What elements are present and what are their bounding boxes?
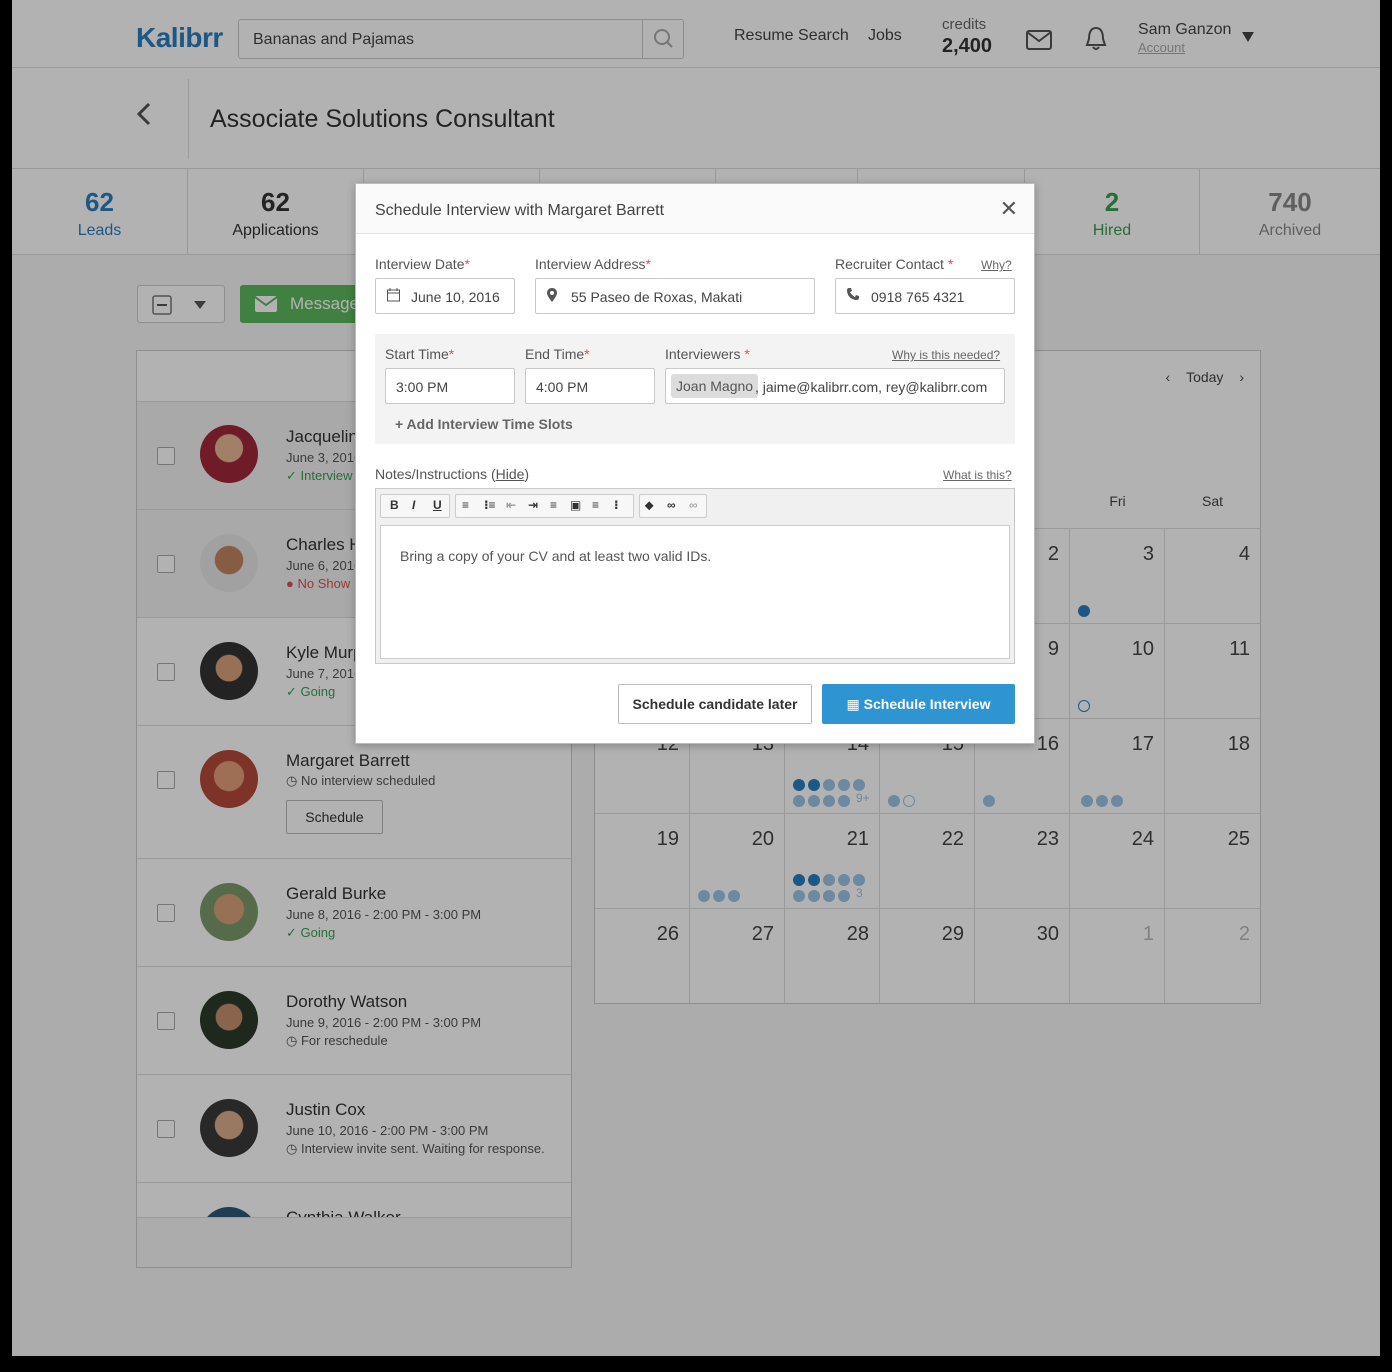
end-time-field[interactable]: 4:00 PM [525,368,655,404]
add-time-slot-link[interactable]: + Add Interview Time Slots [395,416,573,432]
required-marker: * [464,256,470,272]
label-text: End Time [525,346,585,362]
underline-icon[interactable]: U [433,498,442,512]
paste-icon[interactable]: ▣ [570,498,581,512]
modal-header: Schedule Interview with Margaret Barrett… [356,184,1034,234]
contact-label: Recruiter Contact * [835,256,953,272]
end-value: 4:00 PM [536,379,589,395]
list-icon[interactable]: ⁝ [614,498,619,512]
label-text: Recruiter Contact [835,256,944,272]
location-pin-icon [547,288,557,302]
app-window: Kalibrr Bananas and Pajamas Resume Searc… [12,0,1380,1356]
interviewers-label: Interviewers * [665,346,750,362]
phone-icon [847,288,859,300]
label-text: ) [524,466,530,482]
date-label: Interview Date* [375,256,470,272]
interviewer-tag[interactable]: Joan Magno [671,374,759,398]
toolbar-group-lists: ≡ ⁝≡ ⇤ ⇥ ≡ ▣ ≡ ⁝ [455,494,634,518]
notes-hide-link[interactable]: Hide [496,466,525,482]
start-time-field[interactable]: 3:00 PM [385,368,515,404]
interviewers-field[interactable]: Joan Magno , jaime@kalibrr.com, rey@kali… [665,368,1005,404]
notes-editor: B I U ≡ ⁝≡ ⇤ ⇥ ≡ ▣ ≡ ⁝ ⬥ ∞ ∞ Bring a cop… [375,488,1015,664]
toolbar-group-links: ⬥ ∞ ∞ [639,494,707,518]
modal-title: Schedule Interview with Margaret Barrett [375,202,665,219]
required-marker: * [584,346,590,362]
contact-value: 0918 765 4321 [871,289,965,305]
address-label: Interview Address* [535,256,651,272]
label-text: Interviewers [665,346,741,362]
time-slot-panel: Start Time* 3:00 PM End Time* 4:00 PM In… [375,334,1015,444]
address-value: 55 Paseo de Roxas, Makati [571,289,743,305]
numbered-list-icon[interactable]: ≡ [550,498,557,512]
close-icon[interactable]: ✕ [1000,196,1018,222]
indent-icon[interactable]: ⇥ [528,498,538,512]
italic-icon[interactable]: I [412,498,415,512]
label-text: Interview Date [375,256,465,272]
calendar-icon [387,288,400,302]
bullet-list-icon[interactable]: ⁝≡ [484,498,496,512]
label-text: Notes/Instructions ( [375,466,496,482]
link-icon[interactable]: ∞ [667,498,676,512]
schedule-interview-modal: Schedule Interview with Margaret Barrett… [355,183,1035,744]
interviewers-why-link[interactable]: Why is this needed? [892,348,1000,362]
toolbar-group-format: B I U [380,494,450,518]
schedule-interview-button[interactable]: ▦ Schedule Interview [822,684,1015,724]
label-text: Start Time [385,346,449,362]
date-value: June 10, 2016 [411,289,500,305]
required-marker: * [645,256,651,272]
interview-address-field[interactable]: 55 Paseo de Roxas, Makati [535,278,815,314]
bold-icon[interactable]: B [390,498,399,512]
notes-what-link[interactable]: What is this? [943,468,1012,482]
required-marker: * [744,346,750,362]
schedule-later-button[interactable]: Schedule candidate later [618,684,812,724]
tag-icon[interactable]: ⬥ [645,498,653,513]
required-marker: * [448,346,455,362]
recruiter-contact-field[interactable]: 0918 765 4321 [835,278,1015,314]
start-label: Start Time* [385,346,454,362]
start-value: 3:00 PM [396,379,449,395]
calendar-icon: ▦ [846,696,864,712]
notes-text: Bring a copy of your CV and at least two… [400,548,712,564]
outdent-icon[interactable]: ⇤ [506,498,516,512]
ordered-list-icon[interactable]: ≡ [462,498,469,512]
interview-date-field[interactable]: June 10, 2016 [375,278,515,314]
contact-why-link[interactable]: Why? [981,258,1012,272]
align-icon[interactable]: ≡ [592,498,599,512]
interviewers-value: , jaime@kalibrr.com, rey@kalibrr.com [755,379,988,395]
notes-textarea[interactable]: Bring a copy of your CV and at least two… [380,525,1010,659]
button-label: Schedule Interview [863,696,991,712]
label-text: Interview Address [535,256,646,272]
notes-label: Notes/Instructions (Hide) [375,466,529,482]
required-marker: * [947,256,954,272]
unlink-icon[interactable]: ∞ [689,498,698,512]
end-label: End Time* [525,346,590,362]
